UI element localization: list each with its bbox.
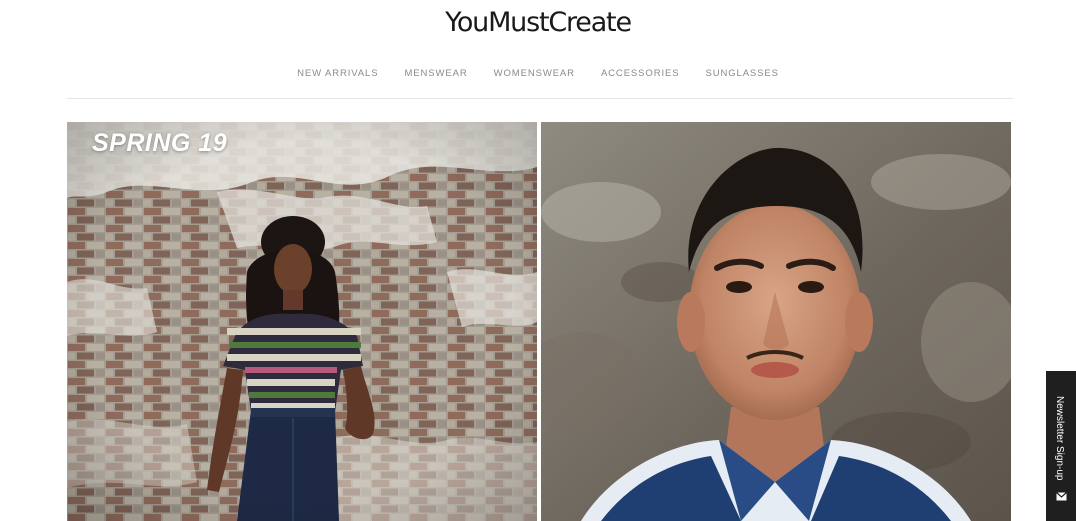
- nav-item-womenswear[interactable]: WOMENSWEAR: [494, 68, 575, 79]
- nav-item-accessories[interactable]: ACCESSORIES: [601, 68, 680, 79]
- envelope-icon: [1056, 492, 1067, 501]
- hero-menswear[interactable]: [541, 122, 1011, 521]
- nav-item-sunglasses[interactable]: SUNGLASSES: [705, 68, 778, 79]
- newsletter-signup-label: Newsletter Sign-up: [1054, 396, 1065, 481]
- hero-title: SPRING 19: [92, 129, 228, 157]
- hero-image-menswear: [541, 122, 1011, 521]
- nav-item-menswear[interactable]: MENSWEAR: [404, 68, 467, 79]
- nav-divider: [67, 98, 1013, 99]
- hero-womenswear[interactable]: SPRING 19: [67, 122, 537, 521]
- nav-item-new-arrivals[interactable]: NEW ARRIVALS: [297, 68, 378, 79]
- main-nav: NEW ARRIVALS MENSWEAR WOMENSWEAR ACCESSO…: [0, 68, 1076, 79]
- newsletter-signup-tab[interactable]: Newsletter Sign-up: [1046, 371, 1076, 521]
- hero-image-womenswear: [67, 122, 537, 521]
- site-logo[interactable]: YouMustCreate: [0, 6, 1076, 40]
